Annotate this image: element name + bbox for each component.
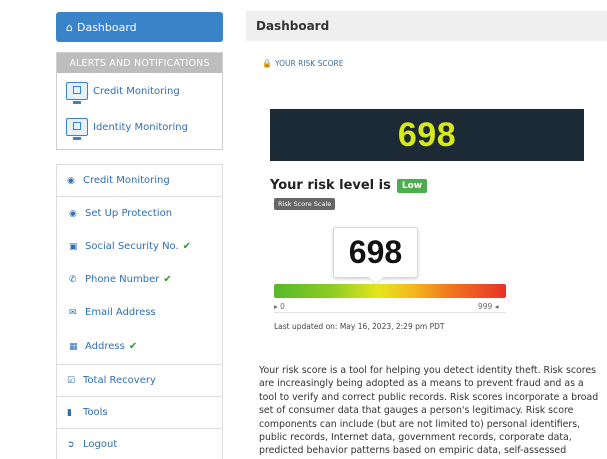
- sidebar-item-credit-monitoring[interactable]: ◉ Credit Monitoring: [57, 165, 222, 197]
- phone-icon: ✆: [69, 274, 77, 285]
- risk-score-section-label: 🔒 YOUR RISK SCORE: [262, 59, 343, 68]
- eye-icon: ◉: [69, 208, 77, 219]
- sidebar-item-dashboard[interactable]: ⌂ Dashboard: [56, 12, 223, 42]
- sidebar-item-phone[interactable]: ✆ Phone Number ✔: [57, 263, 222, 296]
- alerts-panel: ALERTS AND NOTIFICATIONS Credit Monitori…: [56, 52, 223, 150]
- alerts-heading: ALERTS AND NOTIFICATIONS: [57, 53, 222, 73]
- monitor-credit-icon: [66, 82, 88, 104]
- gauge-max-label: 999 ◂: [478, 302, 499, 311]
- check-icon: ✔: [163, 274, 172, 285]
- sidebar-item-label: Phone Number: [85, 274, 160, 285]
- id-card-icon: ▣: [69, 241, 78, 252]
- sidebar-item-tools[interactable]: ▮ Tools: [57, 397, 222, 429]
- sidebar-item-set-up-protection[interactable]: ◉ Set Up Protection: [57, 197, 222, 230]
- sidebar: ⌂ Dashboard ALERTS AND NOTIFICATIONS Cre…: [56, 12, 223, 459]
- sidebar-item-address[interactable]: ▦ Address ✔: [57, 329, 222, 365]
- score-bubble-value: 698: [348, 234, 403, 270]
- building-icon: ▦: [69, 341, 78, 352]
- sidebar-menu: ◉ Credit Monitoring ◉ Set Up Protection …: [56, 165, 223, 459]
- risk-score-scale-button[interactable]: Risk Score Scale: [274, 198, 336, 210]
- alert-item-label: Credit Monitoring: [93, 85, 180, 97]
- risk-gauge-bar: [274, 284, 506, 298]
- monitor-identity-icon: [66, 118, 88, 140]
- check-square-icon: ☑: [67, 375, 76, 386]
- risk-score-section-text: YOUR RISK SCORE: [274, 59, 344, 68]
- sidebar-item-total-recovery[interactable]: ☑ Total Recovery: [57, 365, 222, 397]
- sidebar-item-label: Logout: [83, 439, 118, 450]
- risk-score-value: 698: [397, 115, 457, 154]
- risk-level-prefix: Your risk level is: [270, 178, 391, 193]
- risk-level-badge: Low: [396, 178, 428, 193]
- sidebar-item-label: Tools: [83, 407, 108, 418]
- sidebar-item-label: Credit Monitoring: [83, 175, 170, 186]
- logout-icon: ➲: [67, 439, 75, 450]
- score-bubble: 698: [333, 227, 418, 278]
- check-icon: ✔: [128, 341, 138, 352]
- last-updated-text: Last updated on: May 16, 2023, 2:29 pm P…: [274, 322, 445, 331]
- score-panel: 698: [270, 109, 584, 161]
- risk-score-description: Your risk score is a tool for helping yo…: [259, 365, 599, 457]
- eye-icon: ◉: [67, 175, 75, 186]
- sidebar-item-label: Set Up Protection: [85, 208, 173, 219]
- lock-icon: 🔒: [262, 59, 272, 68]
- alert-item-label: Identity Monitoring: [93, 121, 188, 133]
- sidebar-item-label: Social Security No.: [85, 241, 179, 252]
- sidebar-item-label: Email Address: [85, 307, 156, 318]
- alert-item-credit-monitoring[interactable]: Credit Monitoring: [57, 73, 222, 109]
- sidebar-item-label: Total Recovery: [83, 375, 156, 386]
- sidebar-item-ssn[interactable]: ▣ Social Security No. ✔: [57, 230, 222, 263]
- check-icon: ✔: [182, 241, 192, 252]
- divider: [274, 312, 506, 313]
- risk-level-line: Your risk level is Low: [270, 178, 428, 193]
- gauge-min-label: ▸ 0: [274, 302, 285, 311]
- sidebar-item-email[interactable]: ✉ Email Address: [57, 296, 222, 329]
- page-title: Dashboard: [246, 11, 607, 41]
- alert-item-identity-monitoring[interactable]: Identity Monitoring: [57, 109, 222, 145]
- home-icon: ⌂: [66, 20, 73, 34]
- envelope-icon: ✉: [69, 307, 77, 318]
- sidebar-item-logout[interactable]: ➲ Logout: [57, 429, 222, 459]
- score-bubble-pointer: [369, 277, 383, 284]
- sidebar-item-label: Dashboard: [76, 20, 137, 34]
- document-icon: ▮: [67, 407, 72, 418]
- sidebar-item-label: Address: [85, 341, 125, 352]
